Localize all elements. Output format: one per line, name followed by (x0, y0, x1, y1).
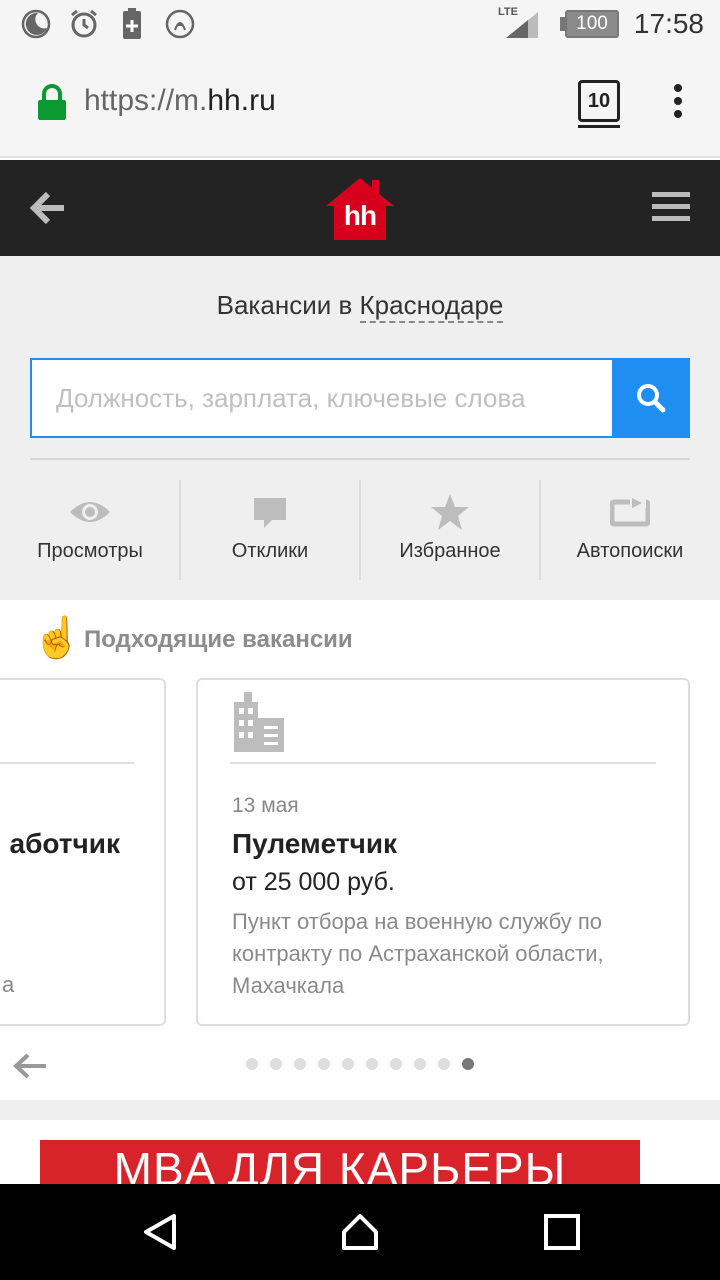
app-notification-icon (165, 9, 195, 39)
repeat-icon (610, 496, 650, 527)
back-arrow-icon[interactable] (28, 188, 68, 228)
card-divider (230, 762, 656, 764)
quick-link-label: Просмотры (37, 540, 143, 562)
speech-bubble-icon (254, 498, 286, 528)
vacancy-company: Пункт отбора на военную службу по контра… (232, 909, 604, 998)
building-icon (234, 692, 284, 752)
carousel-dot[interactable] (414, 1058, 426, 1070)
vacancy-card-previous[interactable]: аботчик а (0, 678, 166, 1026)
quick-link-favorites[interactable]: Избранное (360, 480, 540, 580)
carousel-dot[interactable] (318, 1058, 330, 1070)
hamburger-menu-icon[interactable] (652, 192, 690, 228)
carousel-prev-arrow-icon[interactable] (12, 1052, 48, 1080)
vacancy-card[interactable]: 13 мая Пулеметчик от 25 000 руб. Пункт о… (196, 678, 690, 1026)
carousel-dot[interactable] (462, 1058, 474, 1070)
overflow-menu-icon[interactable] (668, 84, 688, 124)
divider (30, 458, 690, 460)
back-icon[interactable] (140, 1212, 180, 1252)
carousel-dot[interactable] (270, 1058, 282, 1070)
url-field[interactable]: https://m.hh.ru (84, 84, 276, 118)
url-domain: hh.ru (207, 84, 276, 117)
eye-icon (70, 502, 110, 522)
banner-text: MBA ДЛЯ КАРЬЕРЫ (113, 1143, 567, 1184)
carousel-dot[interactable] (438, 1058, 450, 1070)
section-title: Подходящие вакансии (84, 626, 353, 653)
search-icon (637, 384, 666, 413)
signal-icon (506, 12, 538, 38)
logo-text: hh (343, 200, 377, 231)
site-header: hh (0, 160, 720, 256)
moon-icon (21, 9, 51, 39)
recommended-section: ☝️ Подходящие вакансии аботчик а 13 мая … (0, 600, 720, 1100)
city-selector[interactable]: Краснодаре (359, 290, 504, 323)
quick-link-autosearch[interactable]: Автопоиски (540, 480, 720, 580)
carousel-dot[interactable] (342, 1058, 354, 1070)
card-divider (0, 762, 134, 764)
browser-toolbar: https://m.hh.ru 10 (0, 48, 720, 158)
recent-apps-icon[interactable] (542, 1212, 582, 1252)
lock-icon[interactable] (36, 84, 68, 122)
vacancy-location: а (2, 972, 15, 997)
battery-icon: 100 (565, 10, 619, 38)
home-icon[interactable] (340, 1212, 380, 1252)
tabs-button[interactable]: 10 (578, 80, 620, 128)
search-button[interactable] (612, 358, 690, 438)
vacancy-date: 13 мая (232, 794, 299, 817)
status-bar: LTE 100 17:58 (0, 0, 720, 48)
vacancy-title: Пулеметчик (232, 828, 398, 859)
ad-banner[interactable]: MBA ДЛЯ КАРЬЕРЫ (40, 1140, 640, 1184)
system-nav-bar (0, 1184, 720, 1280)
hh-logo[interactable]: hh (324, 176, 396, 242)
url-prefix: https://m. (84, 84, 208, 117)
battery-level: 100 (576, 13, 608, 34)
carousel-dot[interactable] (246, 1058, 258, 1070)
search-section: Вакансии в Краснодаре Просмотры Отклики (0, 256, 720, 600)
alarm-icon (71, 9, 97, 38)
carousel-dot[interactable] (390, 1058, 402, 1070)
vacancy-title: аботчик (9, 828, 120, 859)
quick-link-views[interactable]: Просмотры (0, 480, 180, 580)
vacancy-salary: от 25 000 руб. (232, 868, 395, 896)
quick-link-responses[interactable]: Отклики (180, 480, 360, 580)
section-gap (0, 1100, 720, 1120)
page-title: Вакансии в Краснодаре (0, 290, 720, 323)
search-input[interactable] (30, 358, 614, 438)
quick-link-label: Избранное (399, 540, 501, 562)
battery-plus-icon (123, 8, 141, 39)
headline-prefix: Вакансии в (216, 290, 360, 320)
quick-link-label: Автопоиски (576, 540, 684, 562)
carousel-dot[interactable] (294, 1058, 306, 1070)
carousel-dot[interactable] (366, 1058, 378, 1070)
quick-links: Просмотры Отклики Избранное Автопоиски (0, 480, 720, 580)
pointing-finger-icon: ☝️ (32, 615, 82, 661)
star-icon (431, 494, 469, 530)
clock: 17:58 (633, 8, 704, 39)
quick-link-label: Отклики (231, 540, 309, 562)
